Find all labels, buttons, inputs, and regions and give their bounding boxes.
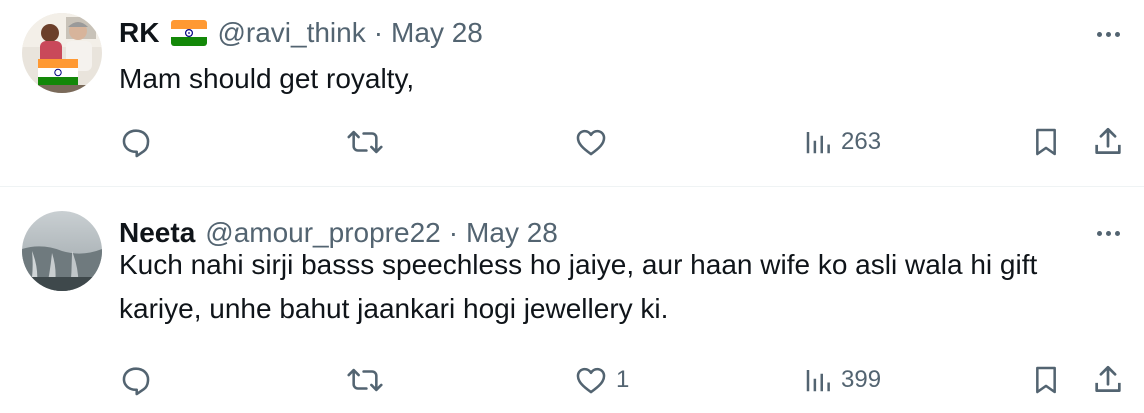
tweet-header: RK @ravi_think · May 28 — [119, 15, 483, 51]
avatar[interactable] — [22, 13, 102, 93]
tweet-date[interactable]: May 28 — [391, 17, 483, 49]
bookmark-button[interactable] — [1030, 122, 1062, 162]
share-button[interactable] — [1091, 360, 1125, 400]
share-icon — [1095, 127, 1121, 154]
more-icon-dot — [1105, 31, 1111, 37]
more-icon-dot — [1114, 31, 1120, 37]
display-name[interactable]: RK — [119, 17, 159, 49]
views-icon — [806, 132, 830, 154]
reply-button[interactable] — [119, 360, 161, 400]
share-icon — [1095, 365, 1121, 392]
more-options-button[interactable] — [1090, 223, 1126, 243]
like-button[interactable] — [574, 122, 616, 162]
views-count: 399 — [841, 366, 882, 393]
like-button[interactable]: 1 — [574, 360, 629, 400]
more-icon — [1096, 31, 1102, 37]
views-icon — [806, 370, 830, 392]
bookmark-icon — [1036, 366, 1056, 394]
views-button[interactable]: 399 — [803, 360, 881, 400]
tweet[interactable]: RK @ravi_think · May 28 Mam should get r… — [0, 0, 1144, 186]
retweet-icon — [347, 130, 383, 154]
more-icon-dot — [1114, 230, 1120, 236]
retweet-icon — [347, 368, 383, 392]
tweet-text: Mam should get royalty, — [119, 63, 415, 94]
tweet[interactable]: Neeta @amour_propre22 · May 28 Kuch nahi… — [0, 187, 1144, 413]
views-count: 263 — [841, 128, 882, 155]
heart-icon — [576, 129, 606, 156]
separator-dot: · — [373, 17, 384, 48]
heart-icon — [576, 367, 606, 394]
reply-button[interactable] — [119, 122, 161, 162]
india-flag-icon — [171, 20, 208, 46]
tweet-text: Kuch nahi sirji basss speechless ho jaiy… — [119, 249, 1038, 324]
like-count: 1 — [616, 366, 630, 393]
reply-icon — [122, 367, 150, 396]
retweet-button[interactable] — [346, 360, 392, 400]
more-icon-dot — [1105, 230, 1111, 236]
user-handle[interactable]: @ravi_think — [217, 17, 365, 49]
avatar[interactable] — [22, 211, 102, 291]
views-button[interactable]: 263 — [803, 122, 881, 162]
bookmark-icon — [1036, 128, 1056, 156]
more-options-button[interactable] — [1090, 24, 1126, 44]
bookmark-button[interactable] — [1030, 360, 1062, 400]
retweet-button[interactable] — [346, 122, 392, 162]
more-icon — [1096, 230, 1102, 236]
share-button[interactable] — [1091, 122, 1125, 162]
reply-icon — [122, 129, 150, 158]
